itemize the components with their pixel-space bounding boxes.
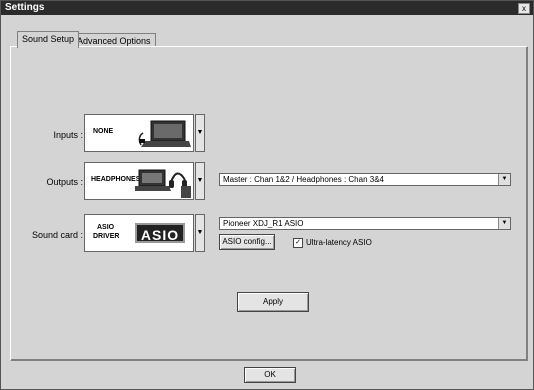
outputs-device-name: HEADPHONES	[91, 176, 141, 183]
headphones-icon	[135, 169, 191, 198]
asio-logo: ASIO	[135, 223, 185, 243]
window-title: Settings	[5, 2, 45, 13]
soundcard-dropdown-button[interactable]: ▼	[195, 214, 205, 252]
outputs-dropdown-button[interactable]: ▼	[195, 162, 205, 200]
close-button[interactable]: x	[518, 3, 530, 14]
soundcard-device-line2: DRIVER	[93, 233, 120, 240]
ultra-latency-label: Ultra-latency ASIO	[306, 238, 372, 247]
inputs-device-box[interactable]: NONE	[84, 114, 194, 152]
chevron-down-icon: ▼	[498, 218, 510, 229]
sound-setup-panel: Inputs : NONE ▼ Outputs : HEADPHONES ▼ M…	[10, 46, 528, 361]
output-routing-value: Master : Chan 1&2 / Headphones : Chan 3&…	[223, 175, 384, 184]
tab-sound-setup[interactable]: Sound Setup	[17, 31, 80, 48]
driver-value: Pioneer XDJ_R1 ASIO	[223, 219, 304, 228]
inputs-device-name: NONE	[93, 128, 114, 135]
asio-config-button[interactable]: ASIO config...	[219, 234, 275, 250]
ultra-latency-checkbox[interactable]: ✓	[293, 238, 303, 248]
laptop-icon	[138, 120, 191, 147]
inputs-dropdown-button[interactable]: ▼	[195, 114, 205, 152]
output-routing-select[interactable]: Master : Chan 1&2 / Headphones : Chan 3&…	[219, 173, 511, 186]
outputs-device-box[interactable]: HEADPHONES	[84, 162, 194, 200]
chevron-down-icon: ▼	[196, 177, 204, 184]
soundcard-label: Sound card :	[31, 230, 83, 240]
soundcard-device-box[interactable]: ASIO DRIVER ASIO	[84, 214, 194, 252]
chevron-down-icon: ▼	[498, 174, 510, 185]
apply-button[interactable]: Apply	[237, 292, 309, 312]
tab-sound-setup-label: Sound Setup	[22, 34, 75, 44]
title-bar: Settings x	[1, 1, 533, 15]
outputs-label: Outputs :	[46, 177, 83, 187]
tab-advanced-options-label: Advanced Options	[77, 36, 151, 46]
driver-select[interactable]: Pioneer XDJ_R1 ASIO ▼	[219, 217, 511, 230]
soundcard-device-line1: ASIO	[97, 224, 115, 231]
chevron-down-icon: ▼	[196, 229, 204, 236]
chevron-down-icon: ▼	[196, 129, 204, 136]
ok-button[interactable]: OK	[244, 367, 296, 383]
close-icon: x	[522, 4, 526, 13]
settings-window: Settings x Sound Setup Advanced Options …	[0, 0, 534, 390]
inputs-label: Inputs :	[53, 130, 83, 140]
